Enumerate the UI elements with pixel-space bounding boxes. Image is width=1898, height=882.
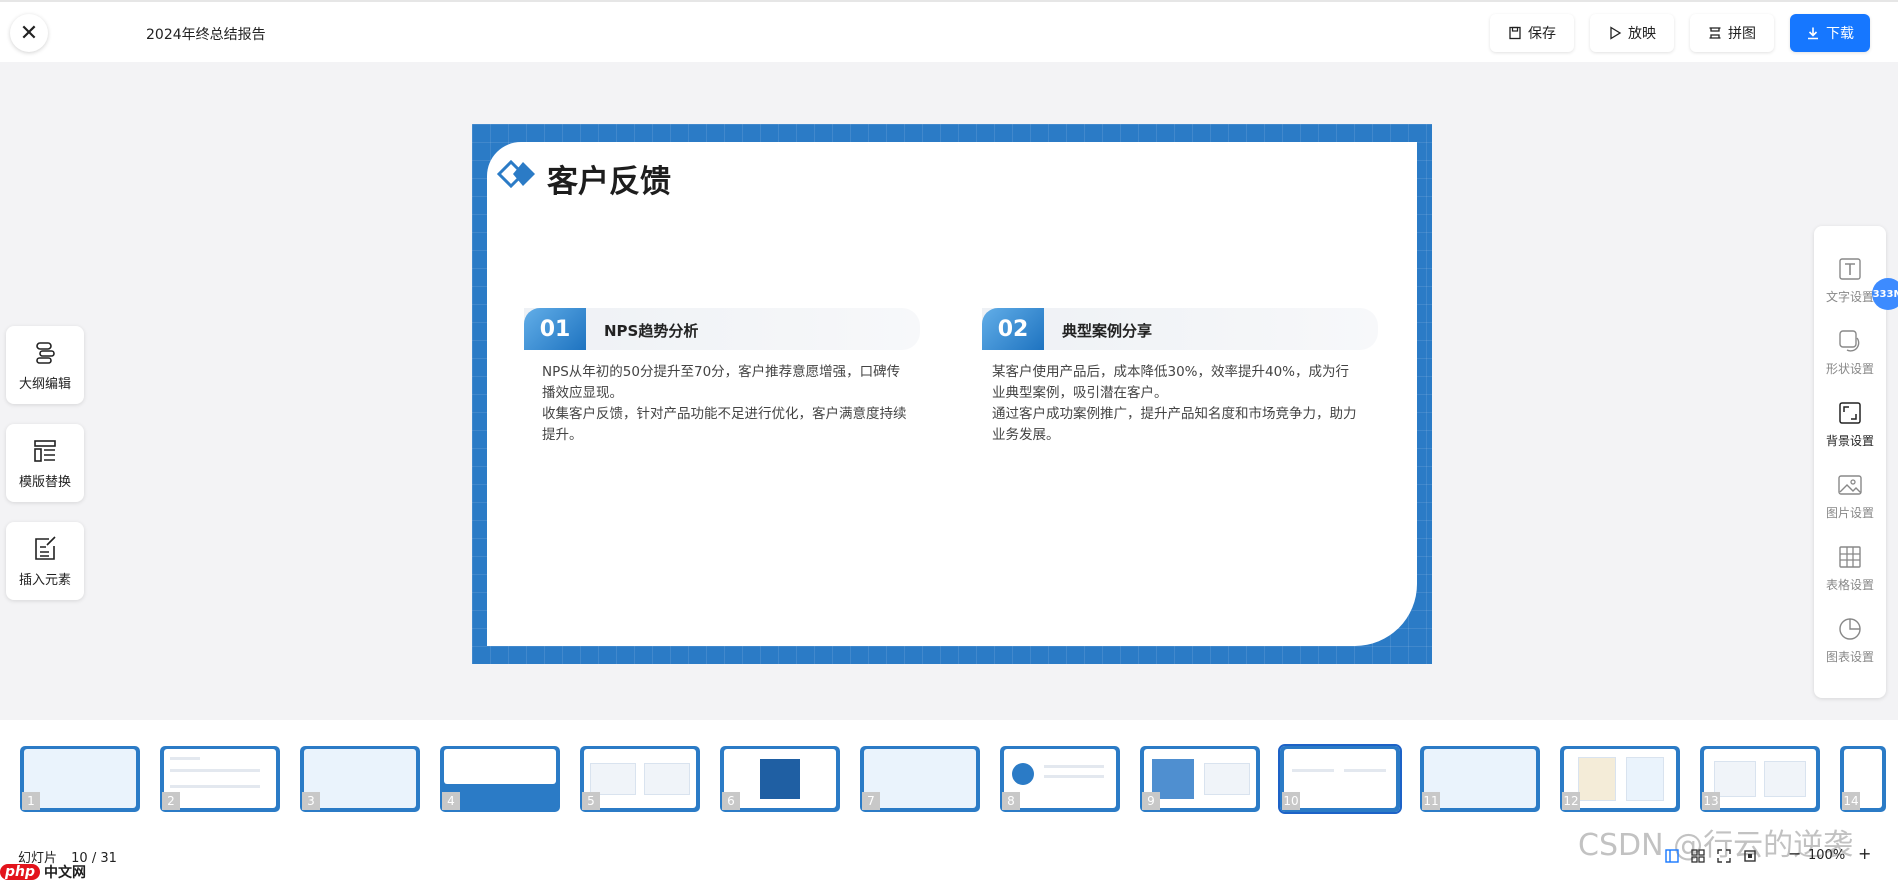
card-line: 收集客户反馈，针对产品功能不足进行优化，客户满意度持续提升。: [542, 406, 907, 443]
slide-number: 7: [862, 792, 880, 810]
collage-icon: [1709, 27, 1721, 39]
card-title: 典型案例分享: [1062, 322, 1153, 340]
slide-thumbnail[interactable]: 14: [1840, 746, 1886, 812]
outline-icon: [36, 341, 55, 364]
collage-button[interactable]: 拼图: [1690, 14, 1774, 52]
text-settings-label: 文字设置: [1825, 290, 1874, 304]
zoom-in-button[interactable]: +: [1858, 844, 1871, 863]
slide-thumbnail[interactable]: 3: [300, 746, 420, 812]
save-icon: [1509, 26, 1521, 40]
slide-number: 13: [1702, 792, 1720, 810]
table-settings-label: 表格设置: [1825, 578, 1874, 592]
download-icon: [1808, 27, 1818, 40]
play-icon: [1610, 26, 1622, 40]
close-button[interactable]: ✕: [10, 14, 48, 52]
slide-thumbnail[interactable]: 6: [720, 746, 840, 812]
fullscreen-icon[interactable]: [1742, 848, 1758, 864]
card-title: NPS趋势分析: [604, 322, 699, 340]
slide-thumbnail[interactable]: 4: [440, 746, 560, 812]
slide-number: 2: [162, 792, 180, 810]
grid-view-icon[interactable]: [1690, 848, 1706, 864]
save-button[interactable]: 保存: [1490, 14, 1574, 52]
card-line: 通过客户成功案例推广，提升产品知名度和市场竞争力，助力业务发展。: [992, 406, 1357, 443]
slide-number: 3: [302, 792, 320, 810]
thumbnail-strip: 1 2 3 4 5 6 7 8 9 10 11 12 13 14 CSDN @行…: [0, 720, 1898, 882]
diamond-logo-icon: [496, 159, 535, 189]
slide-thumbnail[interactable]: 12: [1560, 746, 1680, 812]
fit-view-icon[interactable]: [1716, 848, 1732, 864]
collage-label: 拼图: [1728, 26, 1756, 42]
template-replace-button[interactable]: 模版替换: [6, 424, 84, 502]
slide-number: 9: [1142, 792, 1160, 810]
slide-number: 6: [722, 792, 740, 810]
background-settings-label: 背景设置: [1825, 434, 1874, 448]
background-settings-button[interactable]: 背景设置: [1814, 400, 1886, 462]
memory-badge[interactable]: 333M: [1872, 278, 1898, 310]
insert-element-button[interactable]: 插入元素: [6, 522, 84, 600]
view-mode-toggles: [1664, 848, 1758, 864]
document-title: 2024年终总结报告: [146, 27, 266, 43]
slide-thumbnail-active[interactable]: 10: [1278, 744, 1402, 814]
outline-edit-label: 大纲编辑: [18, 376, 71, 392]
background-icon: [1839, 402, 1861, 424]
zoom-level: 100%: [1808, 848, 1846, 863]
card-number: 01: [524, 308, 586, 350]
slide-number: 10: [1282, 792, 1300, 810]
table-settings-button[interactable]: 表格设置: [1814, 544, 1886, 606]
slide-canvas[interactable]: 客户反馈 01 NPS趋势分析 NPS从年初的50分提升至70分，客户推荐意愿增…: [472, 124, 1432, 664]
site-logo: php 中文网: [0, 862, 86, 882]
outline-edit-button[interactable]: 大纲编辑: [6, 326, 84, 404]
card-text: NPS从年初的50分提升至70分，客户推荐意愿增强，口碑传播效应显现。 收集客户…: [542, 362, 912, 446]
slide-thumbnail[interactable]: 8: [1000, 746, 1120, 812]
table-icon: [1839, 546, 1861, 568]
slide-thumbnail[interactable]: 5: [580, 746, 700, 812]
image-icon: [1838, 475, 1862, 495]
text-icon: [1839, 258, 1861, 280]
single-view-icon[interactable]: [1664, 848, 1680, 864]
slide-thumbnail[interactable]: 7: [860, 746, 980, 812]
slide-thumbnail[interactable]: 11: [1420, 746, 1540, 812]
template-replace-label: 模版替换: [18, 474, 71, 490]
slide-title: 客户反馈: [547, 164, 671, 200]
close-icon: ✕: [19, 20, 39, 46]
zoom-out-button[interactable]: −: [1788, 844, 1801, 863]
slide-number: 5: [582, 792, 600, 810]
card-number: 02: [982, 308, 1044, 350]
slide-number: 1: [22, 792, 40, 810]
card-line: NPS从年初的50分提升至70分，客户推荐意愿增强，口碑传播效应显现。: [542, 364, 901, 401]
play-button[interactable]: 放映: [1590, 14, 1674, 52]
slide-number: 4: [442, 792, 460, 810]
download-button[interactable]: 下载: [1790, 14, 1870, 52]
slide-content-area: 客户反馈 01 NPS趋势分析 NPS从年初的50分提升至70分，客户推荐意愿增…: [487, 142, 1417, 646]
slide-number: 12: [1562, 792, 1580, 810]
slide-thumbnail[interactable]: 13: [1700, 746, 1820, 812]
chart-settings-button[interactable]: 图表设置: [1814, 616, 1886, 678]
shape-icon: [1839, 330, 1860, 352]
site-logo-badge: php: [0, 864, 41, 880]
save-label: 保存: [1528, 26, 1556, 42]
site-logo-text: 中文网: [44, 865, 87, 881]
card-line: 某客户使用产品后，成本降低30%，效率提升40%，成为行业典型案例，吸引潜在客户…: [992, 364, 1350, 401]
play-label: 放映: [1628, 26, 1656, 42]
download-label: 下载: [1826, 26, 1854, 42]
card-text: 某客户使用产品后，成本降低30%，效率提升40%，成为行业典型案例，吸引潜在客户…: [992, 362, 1362, 446]
shape-settings-label: 形状设置: [1825, 362, 1874, 376]
image-settings-button[interactable]: 图片设置: [1814, 472, 1886, 534]
image-settings-label: 图片设置: [1825, 506, 1874, 520]
slide-number: 14: [1842, 792, 1860, 810]
slide-thumbnail[interactable]: 2: [160, 746, 280, 812]
slide-number: 11: [1422, 792, 1440, 810]
insert-icon: [35, 535, 56, 560]
template-icon: [34, 439, 56, 462]
chart-icon: [1839, 618, 1861, 640]
slide-number: 8: [1002, 792, 1020, 810]
top-bar: ✕ 2024年终总结报告 保存 放映 拼图 下载: [0, 0, 1898, 62]
slide-thumbnail[interactable]: 1: [20, 746, 140, 812]
chart-settings-label: 图表设置: [1825, 650, 1874, 664]
insert-element-label: 插入元素: [18, 572, 71, 588]
shape-settings-button[interactable]: 形状设置: [1814, 328, 1886, 390]
slide-thumbnail[interactable]: 9: [1140, 746, 1260, 812]
